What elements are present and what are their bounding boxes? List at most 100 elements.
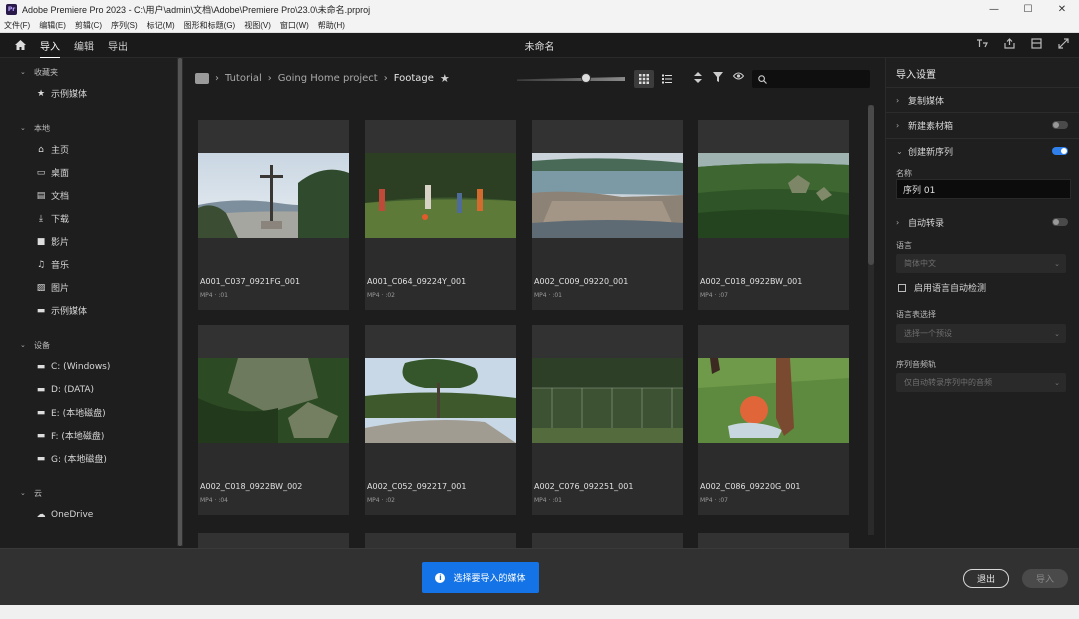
clip-card-partial[interactable] xyxy=(698,533,849,548)
sidebar-item-drive-e[interactable]: ▬ E: (本地磁盘) xyxy=(0,401,183,424)
list-view-button[interactable] xyxy=(657,70,677,88)
menu-clip[interactable]: 剪辑(C) xyxy=(75,20,102,31)
sidebar-item-downloads[interactable]: ⤓ 下载 xyxy=(0,207,183,230)
sidebar-item-pictures[interactable]: ▨ 图片 xyxy=(0,276,183,299)
sidebar-item-music[interactable]: ♫ 音乐 xyxy=(0,253,183,276)
sidebar-item-drive-f[interactable]: ▬ F: (本地磁盘) xyxy=(0,424,183,447)
sidebar-item-drive-d[interactable]: ▬ D: (DATA) xyxy=(0,378,183,401)
sidebar-item-onedrive[interactable]: ☁ OneDrive xyxy=(0,503,183,526)
sidebar-item-drive-c[interactable]: ▬ C: (Windows) xyxy=(0,355,183,378)
clip-meta: MP4 · :02 xyxy=(367,292,395,299)
sidebar-item-sample-media-folder[interactable]: ▬ 示例媒体 xyxy=(0,299,183,322)
clip-card[interactable]: A002_C009_09220_001 MP4 · :01 xyxy=(532,120,683,310)
quick-export-icon[interactable] xyxy=(976,38,988,52)
sequence-name-input[interactable]: 序列 01 xyxy=(896,179,1071,199)
tab-import[interactable]: 导入 xyxy=(40,33,60,59)
create-bin-row[interactable]: › 新建素材箱 xyxy=(886,112,1079,137)
preset-select[interactable]: 选择一个预设 ⌄ xyxy=(896,324,1066,343)
sidebar-scroll-thumb[interactable] xyxy=(178,58,182,546)
breadcrumb-item[interactable]: Going Home project xyxy=(278,73,378,84)
clip-thumbnail[interactable] xyxy=(698,153,849,238)
folder-icon[interactable] xyxy=(195,73,209,84)
clip-card[interactable]: A002_C018_0922BW_002 MP4 · :04 xyxy=(198,325,349,515)
sidebar-item-drive-g[interactable]: ▬ G: (本地磁盘) xyxy=(0,447,183,470)
clip-card[interactable]: A001_C037_0921FG_001 MP4 · :01 xyxy=(198,120,349,310)
document-icon: ▤ xyxy=(36,190,46,201)
sort-icon[interactable] xyxy=(694,72,702,86)
create-sequence-toggle[interactable] xyxy=(1052,147,1068,155)
clip-thumbnail[interactable] xyxy=(198,358,349,443)
language-select[interactable]: 简体中文 ⌄ xyxy=(896,254,1066,273)
sidebar-item-videos[interactable]: ■ 影片 xyxy=(0,230,183,253)
breadcrumb-current[interactable]: Footage xyxy=(394,73,434,84)
maximize-button[interactable]: ☐ xyxy=(1011,0,1045,19)
clip-thumbnail[interactable] xyxy=(365,153,516,238)
clip-name: A002_C018_0922BW_001 xyxy=(700,277,803,286)
clip-card-partial[interactable] xyxy=(198,533,349,548)
create-bin-toggle[interactable] xyxy=(1052,121,1068,129)
clip-card[interactable]: A002_C076_092251_001 MP4 · :01 xyxy=(532,325,683,515)
grid-view-button[interactable] xyxy=(634,70,654,88)
share-icon[interactable] xyxy=(1004,38,1015,52)
slider-handle[interactable] xyxy=(581,73,591,83)
menu-file[interactable]: 文件(F) xyxy=(4,20,30,31)
tab-edit[interactable]: 编辑 xyxy=(74,33,94,58)
menu-help[interactable]: 帮助(H) xyxy=(318,20,345,31)
import-button[interactable]: 导入 xyxy=(1022,569,1068,588)
auto-transcribe-toggle[interactable] xyxy=(1052,218,1068,226)
select-media-button[interactable]: i 选择要导入的媒体 xyxy=(422,562,539,593)
create-sequence-row[interactable]: ⌄ 创建新序列 xyxy=(886,138,1079,163)
menu-sequence[interactable]: 序列(S) xyxy=(111,20,138,31)
clip-card[interactable]: A001_C064_09224Y_001 MP4 · :02 xyxy=(365,120,516,310)
eye-icon[interactable] xyxy=(732,72,745,83)
menu-markers[interactable]: 标记(M) xyxy=(147,20,175,31)
menu-window[interactable]: 窗口(W) xyxy=(280,20,309,31)
section-local[interactable]: ⌄ 本地 xyxy=(0,118,183,138)
sidebar-item-desktop[interactable]: ▭ 桌面 xyxy=(0,161,183,184)
grid-scroll-thumb[interactable] xyxy=(868,105,874,265)
folder-icon: ▬ xyxy=(36,407,46,418)
tab-export[interactable]: 导出 xyxy=(108,33,128,58)
clip-card-partial[interactable] xyxy=(365,533,516,548)
checkbox-box[interactable] xyxy=(898,283,906,292)
sidebar-item-documents[interactable]: ▤ 文档 xyxy=(0,184,183,207)
filter-icon[interactable] xyxy=(713,72,723,85)
favorite-star-icon[interactable]: ★ xyxy=(440,72,450,85)
list-icon xyxy=(662,74,672,84)
clip-info-area xyxy=(198,238,349,310)
breadcrumb-item[interactable]: Tutorial xyxy=(225,73,262,84)
search-input[interactable] xyxy=(752,70,870,88)
menu-view[interactable]: 视图(V) xyxy=(244,20,271,31)
close-button[interactable]: ✕ xyxy=(1045,0,1079,19)
clip-card[interactable]: A002_C086_09220G_001 MP4 · :07 xyxy=(698,325,849,515)
home-icon[interactable] xyxy=(0,39,40,51)
thumbnail-size-slider[interactable] xyxy=(517,73,625,83)
clip-thumbnail[interactable] xyxy=(532,358,683,443)
sidebar-item-sample-media[interactable]: ★ 示例媒体 xyxy=(0,82,183,105)
clip-card[interactable]: A002_C052_092217_001 MP4 · :02 xyxy=(365,325,516,515)
slider-track[interactable] xyxy=(517,77,625,81)
sidebar-item-home[interactable]: ⌂ 主页 xyxy=(0,138,183,161)
grid-scrollbar[interactable] xyxy=(868,105,874,535)
minimize-button[interactable]: — xyxy=(977,0,1011,19)
fullscreen-icon[interactable] xyxy=(1058,38,1069,52)
section-cloud[interactable]: ⌄ 云 xyxy=(0,483,183,503)
clip-thumbnail[interactable] xyxy=(532,153,683,238)
language-detect-checkbox[interactable]: 启用语言自动检测 xyxy=(898,281,986,294)
auto-transcribe-row[interactable]: › 自动转录 xyxy=(886,210,1079,235)
menu-graphics[interactable]: 图形和标题(G) xyxy=(184,20,236,31)
home-icon: ⌂ xyxy=(38,144,44,155)
section-favorites[interactable]: ⌄ 收藏夹 xyxy=(0,62,183,82)
clip-thumbnail[interactable] xyxy=(698,358,849,443)
sequence-audio-select[interactable]: 仅自动转录序列中的音频 ⌄ xyxy=(896,373,1066,392)
section-devices[interactable]: ⌄ 设备 xyxy=(0,335,183,355)
clip-card[interactable]: A002_C018_0922BW_001 MP4 · :07 xyxy=(698,120,849,310)
cloud-icon: ☁ xyxy=(36,509,46,520)
workspaces-icon[interactable] xyxy=(1031,38,1042,52)
clip-thumbnail[interactable] xyxy=(198,153,349,238)
menu-edit[interactable]: 编辑(E) xyxy=(39,20,66,31)
exit-button[interactable]: 退出 xyxy=(963,569,1009,588)
clip-card-partial[interactable] xyxy=(532,533,683,548)
copy-media-row[interactable]: › 复制媒体 xyxy=(886,87,1079,112)
clip-thumbnail[interactable] xyxy=(365,358,516,443)
